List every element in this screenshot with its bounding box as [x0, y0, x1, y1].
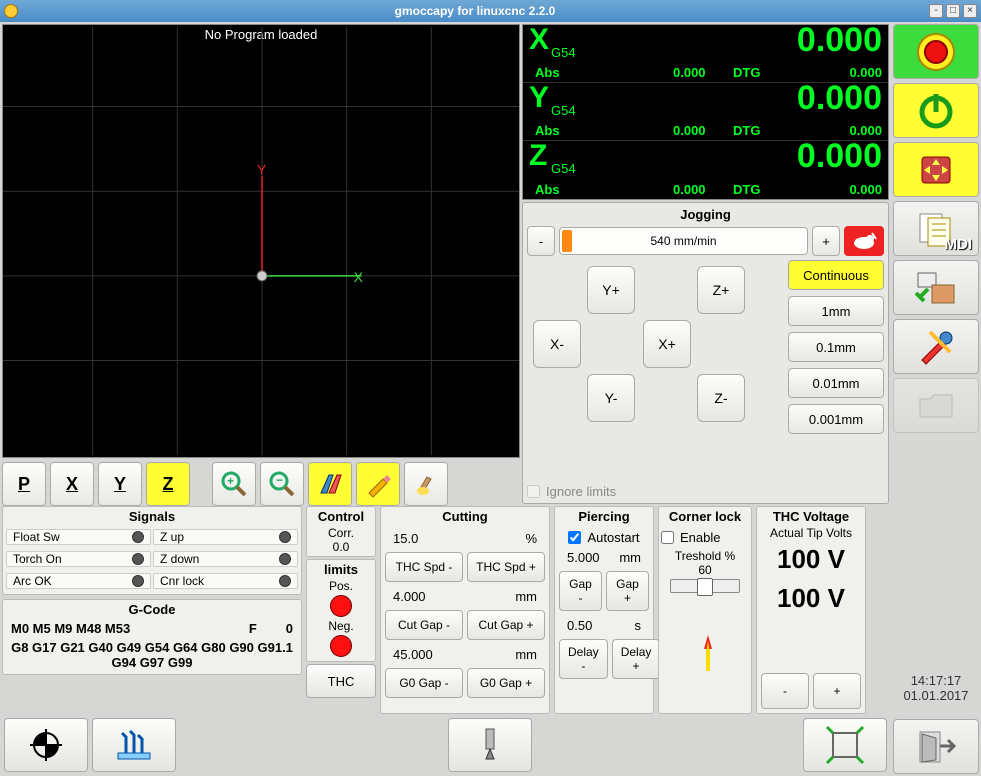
- jog-z-minus-button[interactable]: Z-: [697, 374, 745, 422]
- dro-z-row: Z G54 0.000 Abs 0.000 DTG 0.000: [523, 141, 888, 199]
- gcode-title: G-Code: [5, 602, 299, 617]
- window-titlebar: gmoccapy for linuxcnc 2.2.0 ‐ □ ×: [0, 0, 981, 22]
- jog-step-01mm-button[interactable]: 0.1mm: [788, 332, 884, 362]
- signal-cnr-lock: Cnr lock: [153, 573, 298, 589]
- thc-voltage-panel: THC Voltage Actual Tip Volts 100 V 100 V…: [756, 506, 866, 714]
- ignore-limits-checkbox[interactable]: Ignore limits: [527, 484, 884, 499]
- jog-step-001mm-button[interactable]: 0.01mm: [788, 368, 884, 398]
- g0-gap-plus-button[interactable]: G0 Gap +: [467, 668, 545, 698]
- jog-y-minus-button[interactable]: Y-: [587, 374, 635, 422]
- jog-speed-minus-button[interactable]: -: [527, 226, 555, 256]
- limit-neg-led-icon: [330, 635, 352, 657]
- spindle-button[interactable]: [448, 718, 532, 772]
- view-x-button[interactable]: X: [50, 462, 94, 506]
- jog-speed-slider[interactable]: 540 mm/min: [559, 227, 808, 255]
- window-maximize-icon[interactable]: □: [946, 4, 960, 18]
- jog-step-0001mm-button[interactable]: 0.001mm: [788, 404, 884, 434]
- zoom-out-button[interactable]: −: [260, 462, 304, 506]
- jog-mode-button[interactable]: [893, 142, 979, 197]
- estop-button[interactable]: [893, 24, 979, 79]
- gcode-g-codes: G8 G17 G21 G40 G49 G54 G64 G80 G90 G91.1…: [5, 638, 299, 672]
- signal-z-down: Z down: [153, 551, 298, 567]
- folder-button[interactable]: [893, 378, 979, 433]
- corner-enable-checkbox[interactable]: Enable: [661, 530, 749, 545]
- limit-pos-led-icon: [330, 595, 352, 617]
- jog-z-plus-button[interactable]: Z+: [697, 266, 745, 314]
- cut-gap-minus-button[interactable]: Cut Gap -: [385, 610, 463, 640]
- pierce-gap-plus-button[interactable]: Gap+: [606, 571, 649, 611]
- mdi-mode-button[interactable]: MDI: [893, 201, 979, 256]
- led-icon: [132, 531, 144, 543]
- dro-x-row: X G54 0.000 Abs 0.000 DTG 0.000: [523, 25, 888, 83]
- signals-title: Signals: [5, 509, 299, 524]
- led-icon: [132, 575, 144, 587]
- led-icon: [279, 553, 291, 565]
- jog-x-plus-button[interactable]: X+: [643, 320, 691, 368]
- touch-off-button[interactable]: [4, 718, 88, 772]
- led-icon: [279, 575, 291, 587]
- thc-volts-plus-button[interactable]: +: [813, 673, 861, 709]
- jog-step-1mm-button[interactable]: 1mm: [788, 296, 884, 326]
- signal-float-sw: Float Sw: [6, 529, 151, 545]
- edit-button[interactable]: [356, 462, 400, 506]
- auto-mode-button[interactable]: [893, 260, 979, 315]
- led-icon: [132, 553, 144, 565]
- view-z-button[interactable]: Z: [146, 462, 190, 506]
- dro-panel: X G54 0.000 Abs 0.000 DTG 0.000 Y G54 0.…: [522, 24, 889, 200]
- svg-text:X: X: [354, 269, 363, 285]
- thc-actual-volts: 100 V: [759, 544, 863, 575]
- fullscreen-button[interactable]: [803, 718, 887, 772]
- clear-button[interactable]: [404, 462, 448, 506]
- signal-torch-on: Torch On: [6, 551, 151, 567]
- measure-button[interactable]: [308, 462, 352, 506]
- thc-toggle-button[interactable]: THC: [306, 664, 376, 698]
- thc-set-volts: 100 V: [759, 583, 863, 614]
- toolpath-preview[interactable]: No Program loaded X Y: [2, 24, 520, 458]
- view-perspective-button[interactable]: P: [2, 462, 46, 506]
- corner-threshold-slider[interactable]: [670, 579, 740, 593]
- jog-y-plus-button[interactable]: Y+: [587, 266, 635, 314]
- signal-arc-ok: Arc OK: [6, 573, 151, 589]
- thc-spd-plus-button[interactable]: THC Spd +: [467, 552, 545, 582]
- power-button[interactable]: [893, 83, 979, 138]
- view-y-button[interactable]: Y: [98, 462, 142, 506]
- gcode-m-codes: M0 M5 M9 M48 M53F 0: [5, 619, 299, 638]
- autostart-checkbox[interactable]: Autostart: [557, 530, 651, 545]
- svg-text:−: −: [276, 473, 283, 487]
- thc-volts-minus-button[interactable]: -: [761, 673, 809, 709]
- jog-speed-plus-button[interactable]: +: [812, 226, 840, 256]
- svg-text:+: +: [227, 474, 234, 488]
- clock-display: 14:17:17 01.01.2017: [893, 660, 979, 715]
- settings-button[interactable]: [893, 319, 979, 374]
- corner-lock-panel: Corner lock Enable Treshold % 60: [658, 506, 752, 714]
- app-icon: [4, 4, 18, 18]
- jog-rapid-button[interactable]: [844, 226, 884, 256]
- svg-text:Y: Y: [257, 161, 266, 177]
- zoom-in-button[interactable]: +: [212, 462, 256, 506]
- window-minimize-icon[interactable]: ‐: [929, 4, 943, 18]
- flame-icon: [661, 595, 755, 671]
- led-icon: [279, 531, 291, 543]
- delay-plus-button[interactable]: Delay+: [612, 639, 661, 679]
- thc-spd-minus-button[interactable]: THC Spd -: [385, 552, 463, 582]
- jog-x-minus-button[interactable]: X-: [533, 320, 581, 368]
- window-close-icon[interactable]: ×: [963, 4, 977, 18]
- cutting-panel: Cutting 15.0% THC Spd -THC Spd + 4.000mm…: [380, 506, 550, 714]
- signal-z-up: Z up: [153, 529, 298, 545]
- jog-step-continuous-button[interactable]: Continuous: [788, 260, 884, 290]
- g0-gap-minus-button[interactable]: G0 Gap -: [385, 668, 463, 698]
- window-title: gmoccapy for linuxcnc 2.2.0: [24, 4, 926, 18]
- tool-button[interactable]: [92, 718, 176, 772]
- dro-y-row: Y G54 0.000 Abs 0.000 DTG 0.000: [523, 83, 888, 141]
- pierce-gap-minus-button[interactable]: Gap-: [559, 571, 602, 611]
- exit-button[interactable]: [893, 719, 979, 774]
- piercing-panel: Piercing Autostart 5.000mm Gap-Gap+ 0.50…: [554, 506, 654, 714]
- jog-panel: Jogging - 540 mm/min +: [522, 202, 889, 504]
- delay-minus-button[interactable]: Delay-: [559, 639, 608, 679]
- cut-gap-plus-button[interactable]: Cut Gap +: [467, 610, 545, 640]
